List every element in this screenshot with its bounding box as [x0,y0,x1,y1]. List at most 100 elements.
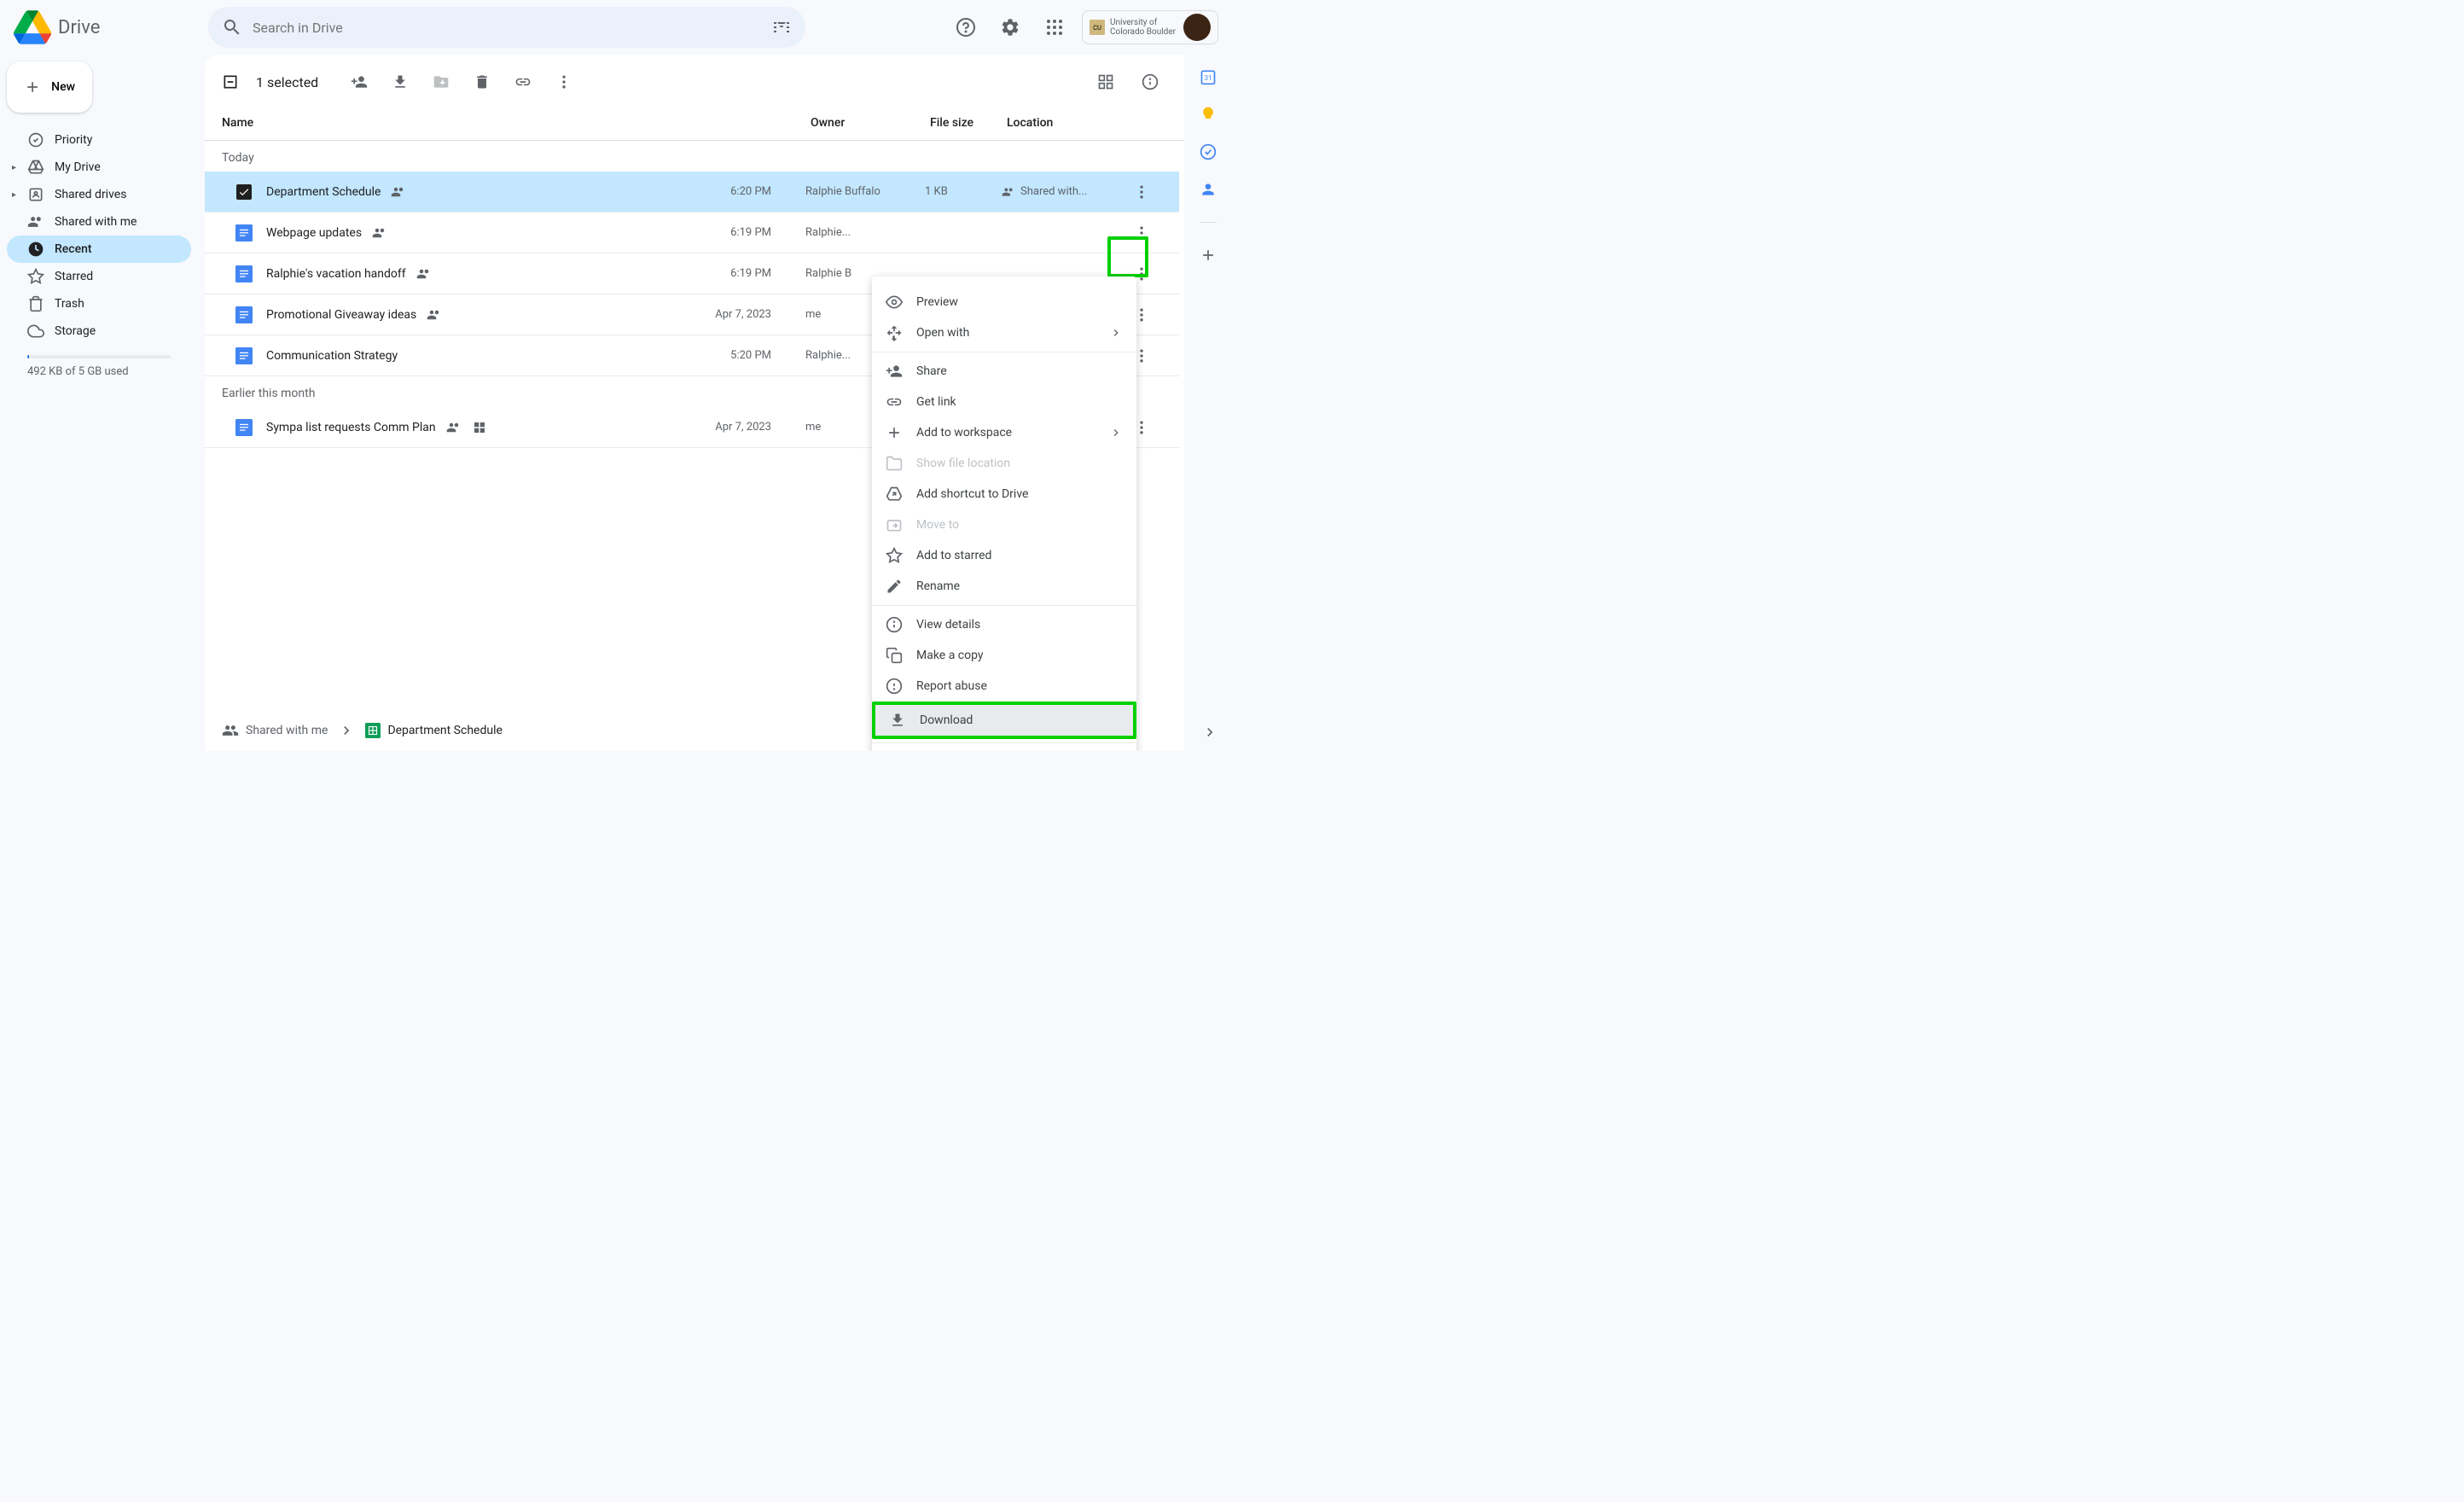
new-button-label: New [51,80,75,94]
more-button[interactable] [547,65,581,99]
menu-item-report[interactable]: Report abuse [872,671,1136,702]
plus-icon [24,77,41,97]
col-size[interactable]: File size [930,116,1007,130]
menu-item-star[interactable]: Add to starred [872,540,1136,571]
file-type-icon [235,224,253,242]
header-right: CU University of Colorado Boulder [949,10,1218,44]
file-name: Communication Strategy [266,349,398,363]
context-menu: PreviewOpen with ShareGet linkAdd to work… [872,277,1136,751]
file-owner: Ralphie... [805,226,925,239]
org-badge[interactable]: CU University of Colorado Boulder [1082,10,1218,44]
table-header: Name Owner File size Location [205,109,1184,141]
col-owner[interactable]: Owner [811,116,930,130]
trash-button[interactable] [465,65,499,99]
people-icon [222,722,239,739]
row-more-button[interactable] [1121,183,1162,201]
search-icon [222,17,242,38]
sidebar-item-priority[interactable]: Priority [7,126,191,154]
sidebar-item-starred[interactable]: Starred [7,263,191,290]
menu-item-label: Move to [916,518,959,532]
new-button[interactable]: New [7,61,92,113]
move-button[interactable] [424,65,458,99]
trash-icon [27,295,44,312]
sidebar-item-mydrive[interactable]: ▸My Drive [7,154,191,181]
file-type-icon [235,265,253,282]
tasks-icon[interactable] [1200,143,1217,160]
breadcrumb-shared[interactable]: Shared with me [222,722,328,739]
logo-section[interactable]: Drive [14,10,201,44]
side-panel: 31 [1184,55,1232,751]
sidebar-item-sharedwithme[interactable]: Shared with me [7,208,191,236]
contacts-icon[interactable] [1200,181,1217,198]
col-name[interactable]: Name [222,116,811,130]
col-location[interactable]: Location [1007,116,1126,130]
shared-icon [427,307,442,323]
more-vert-icon [1133,183,1150,201]
menu-item-label: Add to starred [916,549,991,562]
search-input[interactable] [253,20,761,36]
link-icon [514,73,532,90]
download-button[interactable] [383,65,417,99]
menu-item-label: Show file location [916,457,1010,470]
file-location: Shared with... [1002,185,1121,199]
search-options-icon[interactable] [771,17,792,38]
sidebar-item-recent[interactable]: Recent [7,236,191,263]
menu-item-copy[interactable]: Make a copy [872,640,1136,671]
view-grid-button[interactable] [1089,65,1123,99]
file-type-icon [235,347,253,364]
sidebar-item-trash[interactable]: Trash [7,290,191,317]
sidebar-item-label: Storage [55,324,96,338]
menu-item-info[interactable]: View details [872,609,1136,640]
chevron-right-icon [1109,326,1123,340]
file-name: Ralphie's vacation handoff [266,267,406,281]
shared-icon [391,184,406,200]
breadcrumb-file[interactable]: Department Schedule [365,723,502,738]
shared-icon [446,420,462,435]
menu-item-download[interactable]: Download [872,702,1136,739]
checkbox-icon[interactable] [236,184,252,200]
menu-item-plus[interactable]: Add to workspace [872,417,1136,448]
link-button[interactable] [506,65,540,99]
file-row[interactable]: Webpage updates 6:19 PMRalphie... [205,212,1179,253]
moveto-icon [886,516,903,533]
selected-count: 1 selected [256,74,318,90]
menu-item-share[interactable]: Share [872,356,1136,387]
help-button[interactable] [949,10,983,44]
menu-item-rename[interactable]: Rename [872,571,1136,602]
sidebar-item-storage[interactable]: Storage [7,317,191,345]
row-more-button[interactable] [1121,224,1162,242]
sidebar-item-label: Starred [55,270,93,283]
file-time: 6:19 PM [686,267,805,280]
menu-item-eye[interactable]: Preview [872,287,1136,317]
sidebar-item-shareddrives[interactable]: ▸Shared drives [7,181,191,208]
menu-item-trash[interactable]: Remove [872,747,1136,751]
sidebar-item-label: Shared drives [55,188,126,201]
menu-item-shortcut[interactable]: Add shortcut to Drive [872,479,1136,509]
menu-item-moveto: Move to [872,509,1136,540]
apps-icon [1044,17,1065,38]
file-name: Webpage updates [266,226,362,240]
keep-icon[interactable] [1200,106,1217,123]
sharedwithme-icon [27,213,44,230]
menu-item-link[interactable]: Get link [872,387,1136,417]
apps-button[interactable] [1037,10,1072,44]
share-button[interactable] [342,65,376,99]
avatar[interactable] [1183,14,1211,41]
file-time: 6:19 PM [686,226,805,239]
file-type-icon [235,419,253,436]
search-bar[interactable] [208,7,805,48]
org-name: University of Colorado Boulder [1110,18,1178,37]
app-title: Drive [58,17,100,38]
grid-icon [1097,73,1114,90]
info-button[interactable] [1133,65,1167,99]
add-addon-icon[interactable] [1200,247,1217,264]
menu-item-openwith[interactable]: Open with [872,317,1136,348]
calendar-icon[interactable]: 31 [1200,68,1217,85]
settings-button[interactable] [993,10,1027,44]
deselect-icon[interactable] [222,73,239,90]
menu-item-label: Download [920,713,973,727]
side-panel-toggle[interactable] [1201,724,1218,741]
file-row[interactable]: Department Schedule6:20 PMRalphie Buffal… [205,172,1179,212]
sidebar: New Priority▸My Drive▸Shared drivesShare… [0,55,205,751]
download-icon [889,712,906,729]
